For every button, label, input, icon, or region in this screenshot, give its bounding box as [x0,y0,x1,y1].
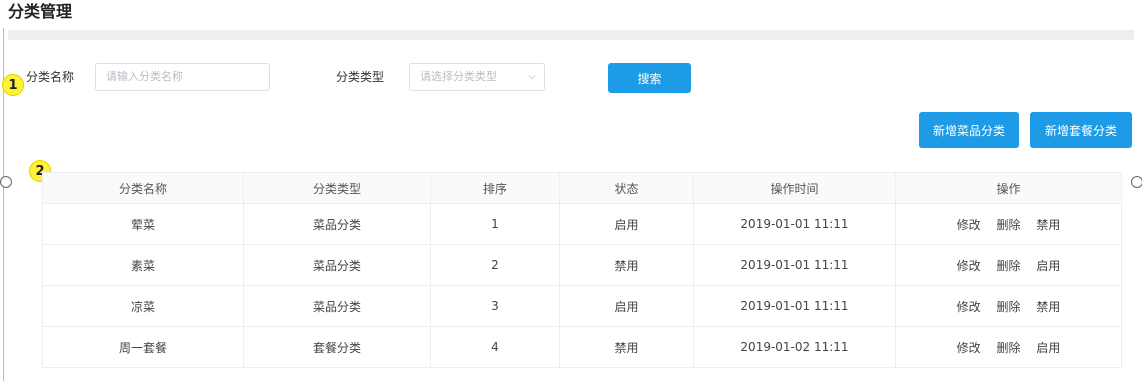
cell-ops: 修改 删除 禁用 [895,285,1122,327]
cell-status: 禁用 [559,244,694,286]
add-dish-category-button[interactable]: 新增菜品分类 [919,112,1019,148]
edit-link[interactable]: 修改 [957,259,981,273]
cell-time: 2019-01-01 11:11 [693,244,896,286]
cell-ops: 修改 删除 启用 [895,326,1122,368]
table-row: 素菜 菜品分类 2 禁用 2019-01-01 11:11 修改 删除 启用 [42,244,1122,286]
cell-type: 菜品分类 [243,203,431,245]
category-name-label: 分类名称 [26,70,75,84]
toggle-status-link[interactable]: 禁用 [1036,218,1060,232]
col-header-status: 状态 [559,172,694,204]
cell-name: 荤菜 [42,203,244,245]
add-combo-category-button[interactable]: 新增套餐分类 [1030,112,1132,148]
cell-ops: 修改 删除 启用 [895,244,1122,286]
delete-link[interactable]: 删除 [996,341,1020,355]
table-header-row: 分类名称 分类类型 排序 状态 操作时间 操作 [42,172,1122,204]
col-header-sort: 排序 [430,172,560,204]
category-table: 分类名称 分类类型 排序 状态 操作时间 操作 荤菜 菜品分类 1 启用 201… [42,172,1122,368]
cell-ops: 修改 删除 禁用 [895,203,1122,245]
edit-link[interactable]: 修改 [957,218,981,232]
category-type-label: 分类类型 [336,70,385,84]
header-divider [8,30,1134,40]
resize-handle-left[interactable] [0,176,12,188]
toggle-status-link[interactable]: 禁用 [1036,300,1060,314]
category-type-placeholder: 请选择分类类型 [420,70,497,83]
table-row: 凉菜 菜品分类 3 启用 2019-01-01 11:11 修改 删除 禁用 [42,285,1122,327]
cell-sort: 4 [430,326,560,368]
cell-name: 周一套餐 [42,326,244,368]
cell-time: 2019-01-02 11:11 [693,326,896,368]
edit-link[interactable]: 修改 [957,341,981,355]
cell-time: 2019-01-01 11:11 [693,285,896,327]
col-header-type: 分类类型 [243,172,431,204]
search-button[interactable]: 搜索 [608,63,691,93]
page-title: 分类管理 [8,2,73,21]
cell-sort: 2 [430,244,560,286]
edit-link[interactable]: 修改 [957,300,981,314]
chevron-down-icon: ⌵ [528,71,536,82]
cell-time: 2019-01-01 11:11 [693,203,896,245]
toggle-status-link[interactable]: 启用 [1036,341,1060,355]
cell-status: 启用 [559,285,694,327]
delete-link[interactable]: 删除 [996,259,1020,273]
annotation-badge-1: 1 [2,74,24,96]
col-header-name: 分类名称 [42,172,244,204]
cell-type: 套餐分类 [243,326,431,368]
col-header-ops: 操作 [895,172,1122,204]
toggle-status-link[interactable]: 启用 [1036,259,1060,273]
resize-handle-right[interactable] [1131,176,1142,188]
category-name-input[interactable]: 请输入分类名称 [95,63,270,91]
cell-sort: 1 [430,203,560,245]
cell-name: 素菜 [42,244,244,286]
delete-link[interactable]: 删除 [996,300,1020,314]
cell-sort: 3 [430,285,560,327]
table-row: 周一套餐 套餐分类 4 禁用 2019-01-02 11:11 修改 删除 启用 [42,326,1122,368]
delete-link[interactable]: 删除 [996,218,1020,232]
cell-name: 凉菜 [42,285,244,327]
cell-type: 菜品分类 [243,285,431,327]
table-row: 荤菜 菜品分类 1 启用 2019-01-01 11:11 修改 删除 禁用 [42,203,1122,245]
cell-status: 禁用 [559,326,694,368]
col-header-time: 操作时间 [693,172,896,204]
category-type-select[interactable]: 请选择分类类型 ⌵ [409,63,545,91]
cell-type: 菜品分类 [243,244,431,286]
cell-status: 启用 [559,203,694,245]
